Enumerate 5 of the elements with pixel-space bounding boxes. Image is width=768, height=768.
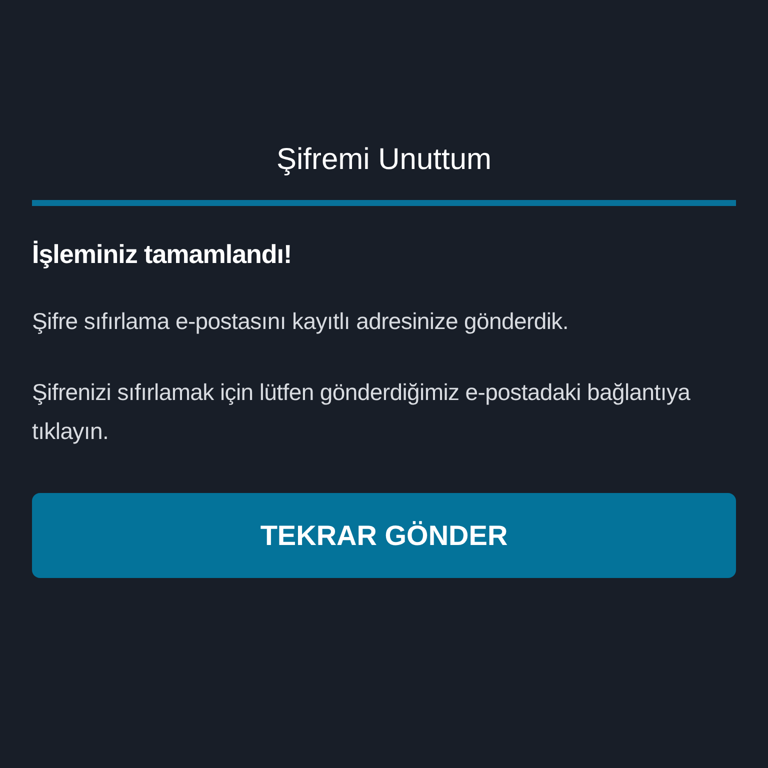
success-heading: İşleminiz tamamlandı! [32,238,293,271]
resend-button[interactable]: TEKRAR GÖNDER [32,493,736,578]
info-text: Şifrenizi sıfırlamak için lütfen gönderdiğimiz e-postadaki bağlantıya tıklayın. [32,378,692,446]
info-text: Şifre sıfırlama e-postasını kayıtlı adresinize gönderdik. [32,307,570,336]
page-title: Şifremi Unuttum [32,140,736,206]
